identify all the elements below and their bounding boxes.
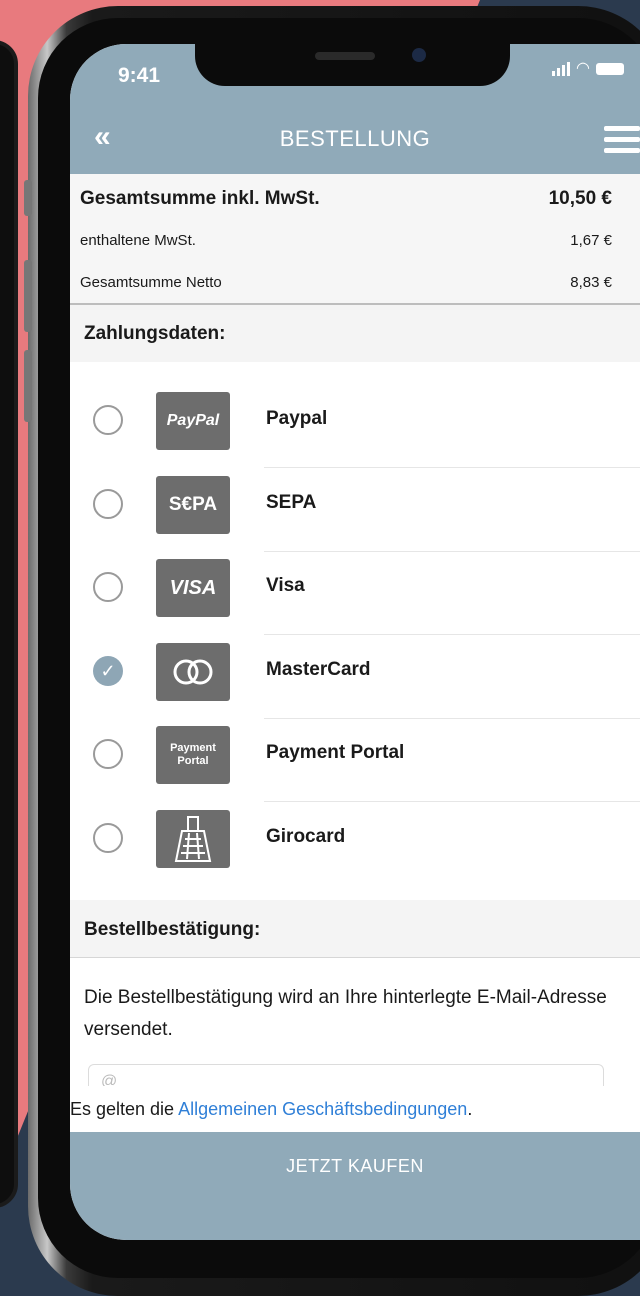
visa-logo-icon: VISA [156,559,230,617]
sepa-logo-icon: S€PA [156,476,230,534]
paypal-logo-icon: PayPal [156,392,230,450]
payment-portal-logo-icon: Payment Portal [156,726,230,784]
volume-down-button [24,350,32,422]
terms-notice: Es gelten die Allgemeinen Geschäftsbedin… [70,1086,640,1132]
terms-link[interactable]: Allgemeinen Geschäftsbedingungen [178,1099,467,1119]
payment-label: Paypal [266,408,328,429]
terms-suffix: . [467,1099,473,1119]
confirmation-heading: Bestellbestätigung: [84,919,261,940]
buy-now-button[interactable]: JETZT KAUFEN [70,1132,640,1240]
payment-section-header: Zahlungsdaten: [70,305,640,363]
terms-prefix: Es gelten die [70,1099,179,1119]
wifi-icon: ◠ [576,60,590,77]
total-value: 10,50 € [548,188,612,209]
status-time: 9:41 [118,64,161,87]
speaker [315,52,375,60]
vat-row: enthaltene MwSt. 1,67 € [80,232,612,249]
total-label: Gesamtsumme inkl. MwSt. [80,188,320,209]
notch [195,44,510,86]
radio-visa[interactable] [93,572,123,602]
payment-option-visa[interactable]: VISA Visa [70,551,640,635]
mute-switch [24,180,32,216]
net-label: Gesamtsumme Netto [80,274,222,291]
radio-sepa[interactable] [93,489,123,519]
payment-label: MasterCard [266,659,371,680]
app-header: 9:41 ◠ « BESTELLUNG [70,44,640,174]
vat-value: 1,67 € [570,232,612,249]
payment-label: Payment Portal [266,742,405,763]
total-row: Gesamtsumme inkl. MwSt. 10,50 € [80,188,612,210]
confirmation-text: Die Bestellbestätigung wird an Ihre hint… [84,987,607,1040]
net-value: 8,83 € [570,274,612,291]
payment-label: Girocard [266,826,346,847]
signal-icon [552,62,571,76]
payment-option-payment-portal[interactable]: Payment Portal Payment Portal [70,718,640,802]
buy-now-label: JETZT KAUFEN [286,1156,424,1176]
payment-label: Visa [266,575,305,596]
card-terminal-icon [156,810,230,868]
payment-option-paypal[interactable]: PayPal Paypal [70,384,640,468]
volume-up-button [24,260,32,332]
net-row: Gesamtsumme Netto 8,83 € [80,274,612,291]
payment-option-mastercard[interactable]: ✓ MasterCard [70,635,640,719]
payment-label: SEPA [266,492,317,513]
vat-label: enthaltene MwSt. [80,232,196,249]
page-title: BESTELLUNG [279,126,431,151]
order-summary: Gesamtsumme inkl. MwSt. 10,50 € enthalte… [70,174,640,305]
battery-icon [596,63,624,75]
status-icons: ◠ [552,60,624,77]
front-camera [412,48,426,62]
hamburger-menu-icon[interactable] [604,126,640,154]
payment-method-list: PayPal Paypal S€PA SEPA VISA Visa ✓ Mast… [70,362,640,900]
radio-payment-portal[interactable] [93,739,123,769]
payment-heading: Zahlungsdaten: [84,323,226,344]
radio-paypal[interactable] [93,405,123,435]
radio-mastercard-checked[interactable]: ✓ [93,656,123,686]
confirmation-section-header: Bestellbestätigung: [70,900,640,958]
mastercard-logo-icon [156,643,230,701]
background-phone-edge [0,40,18,1208]
radio-girocard[interactable] [93,823,123,853]
payment-option-sepa[interactable]: S€PA SEPA [70,468,640,552]
phone-screen: 9:41 ◠ « BESTELLUNG Gesamtsumme inkl. Mw… [70,44,640,1240]
payment-option-girocard[interactable]: Girocard [70,802,640,886]
